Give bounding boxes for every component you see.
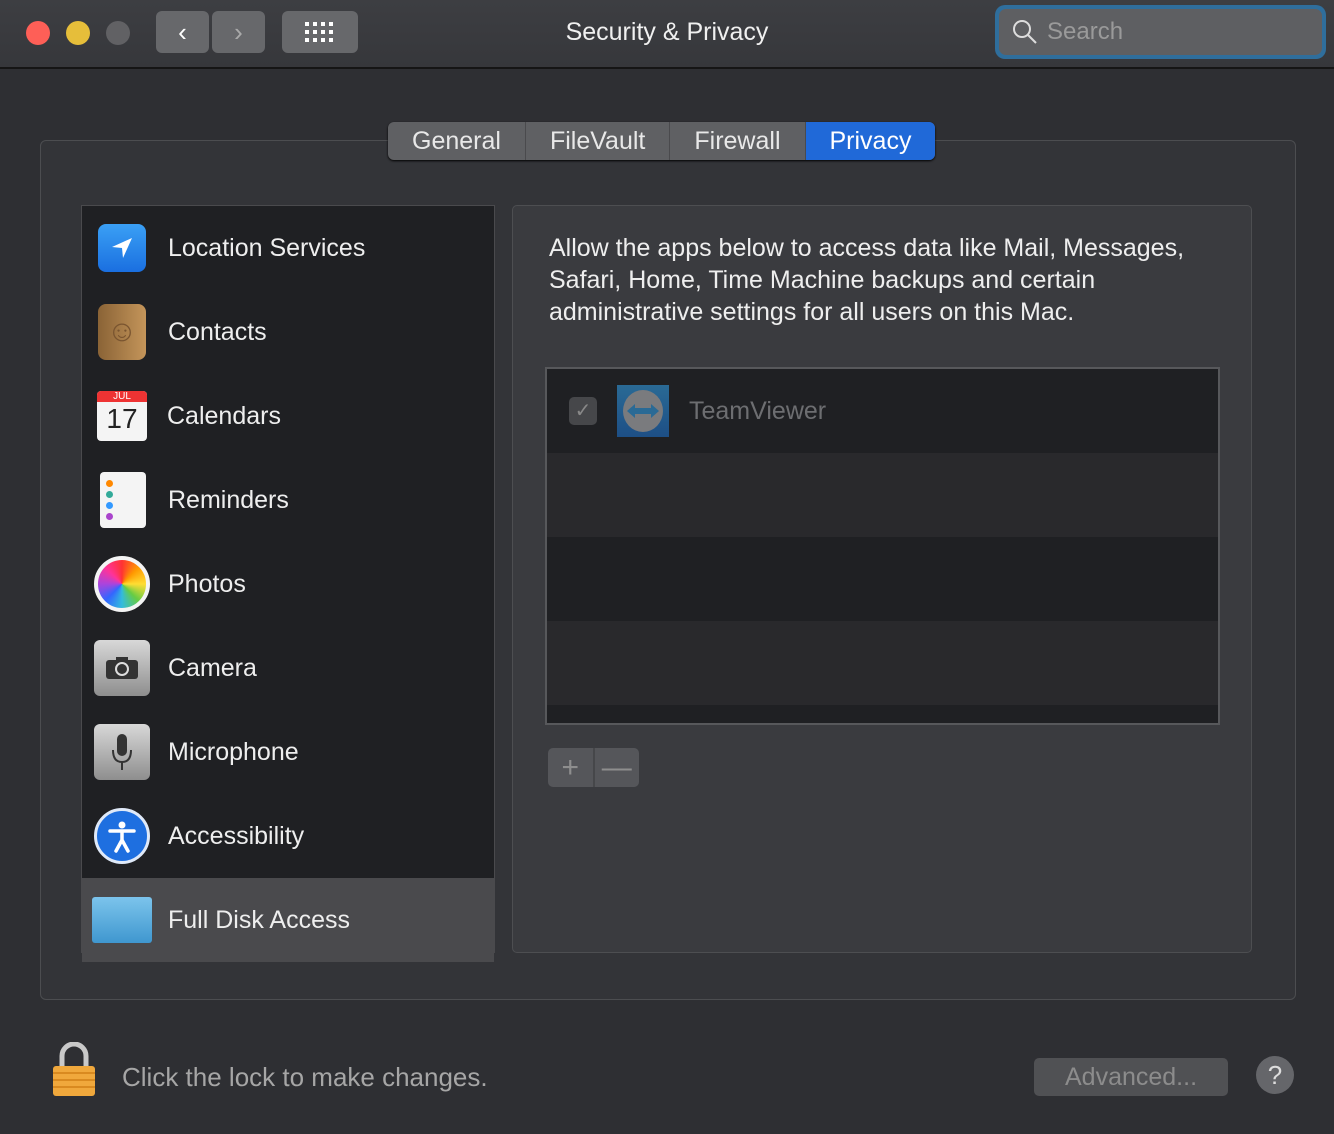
sidebar-item-accessibility[interactable]: Accessibility: [82, 794, 494, 878]
sidebar-item-label: Reminders: [168, 485, 289, 514]
add-app-button[interactable]: +: [548, 748, 595, 787]
sidebar-item-camera[interactable]: Camera: [82, 626, 494, 710]
sidebar-item-label: Contacts: [168, 317, 267, 346]
title-bar: ‹ › Security & Privacy Search: [0, 0, 1334, 69]
search-placeholder: Search: [1047, 18, 1124, 45]
calendar-icon: JUL 17: [97, 391, 147, 441]
search-field[interactable]: Search: [995, 5, 1326, 59]
remove-app-button[interactable]: —: [595, 748, 640, 787]
app-checkbox[interactable]: ✓: [569, 397, 597, 425]
privacy-category-list: Location Services ☺ Contacts JUL 17 Calenda…: [81, 205, 495, 962]
lock-icon: [53, 1041, 95, 1096]
tab-filevault[interactable]: FileVault: [526, 122, 671, 160]
tab-general[interactable]: General: [388, 122, 526, 160]
app-row-teamviewer[interactable]: ✓ TeamViewer: [547, 369, 1218, 453]
lock-status-text: Click the lock to make changes.: [122, 1062, 488, 1092]
sidebar-item-label: Microphone: [168, 737, 299, 766]
empty-row: [547, 537, 1218, 621]
sidebar-item-label: Calendars: [167, 401, 281, 430]
accessibility-icon: [94, 808, 150, 864]
contacts-icon: ☺: [98, 304, 146, 360]
help-button[interactable]: ?: [1256, 1056, 1294, 1094]
sidebar-item-reminders[interactable]: Reminders: [82, 458, 494, 542]
folder-icon: [92, 897, 152, 943]
microphone-icon: [94, 724, 150, 780]
search-icon: [1013, 20, 1037, 44]
app-name: TeamViewer: [689, 396, 827, 425]
location-icon: [98, 224, 146, 272]
photos-icon: [94, 556, 150, 612]
sidebar-item-photos[interactable]: Photos: [82, 542, 494, 626]
add-remove-control: + —: [548, 748, 639, 787]
sidebar-item-contacts[interactable]: ☺ Contacts: [82, 290, 494, 374]
lock-button[interactable]: [50, 1041, 98, 1098]
calendar-month: JUL: [97, 391, 147, 402]
sidebar-item-location-services[interactable]: Location Services: [82, 206, 494, 290]
plus-icon: +: [561, 750, 580, 784]
reminders-icon: [100, 472, 146, 528]
minus-icon: —: [601, 750, 632, 784]
sidebar-item-microphone[interactable]: Microphone: [82, 710, 494, 794]
sidebar-item-calendars[interactable]: JUL 17 Calendars: [82, 374, 494, 458]
teamviewer-icon: [617, 385, 669, 437]
empty-row: [547, 621, 1218, 705]
tab-bar: General FileVault Firewall Privacy: [388, 122, 936, 160]
sidebar-item-full-disk-access[interactable]: Full Disk Access: [82, 878, 494, 962]
full-disk-access-panel: Allow the apps below to access data like…: [512, 205, 1252, 953]
sidebar-item-label: Camera: [168, 653, 257, 682]
sidebar-item-label: Accessibility: [168, 821, 305, 850]
tab-privacy[interactable]: Privacy: [805, 122, 936, 160]
calendar-day: 17: [106, 403, 138, 434]
tab-firewall[interactable]: Firewall: [670, 122, 806, 160]
camera-icon: [94, 640, 150, 696]
advanced-button[interactable]: Advanced...: [1034, 1058, 1228, 1096]
sidebar-item-label: Photos: [168, 569, 246, 598]
sidebar-item-label: Location Services: [168, 233, 366, 262]
panel-description: Allow the apps below to access data like…: [549, 234, 1185, 326]
app-list: ✓ TeamViewer: [545, 367, 1220, 725]
sidebar-item-label: Full Disk Access: [168, 905, 350, 934]
empty-row: [547, 453, 1218, 537]
